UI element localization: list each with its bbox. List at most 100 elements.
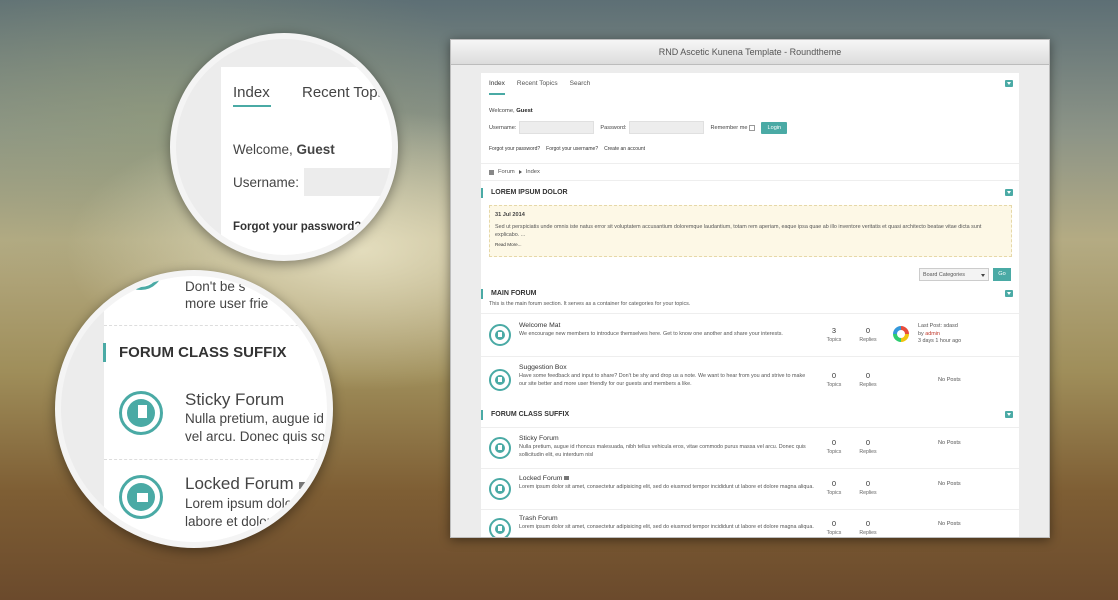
topics-stat: 0 Topics — [819, 479, 849, 496]
board-categories-select[interactable]: Board Categories — [919, 268, 989, 281]
zoom-login-magnifier: Index Recent Topi Welcome, Guest Usernam… — [170, 33, 398, 261]
breadcrumb: Forum Index — [481, 163, 1019, 181]
lock-icon — [564, 476, 570, 480]
zoom-welcome-prefix: Welcome, — [233, 142, 293, 157]
top-nav: Index Recent Topics Search — [481, 73, 1019, 95]
last-post-user[interactable]: admin — [925, 331, 940, 337]
home-icon[interactable] — [489, 169, 494, 175]
lock-icon — [489, 478, 511, 500]
announcement-date: 31 Jul 2014 — [495, 212, 525, 218]
login-button[interactable]: Login — [761, 121, 788, 134]
zoom-username-input[interactable] — [304, 168, 392, 196]
last-post: Last Post: sdasd by admin 3 days 1 hour … — [918, 323, 961, 346]
zoom-tab-index[interactable]: Index — [233, 84, 270, 101]
topics-label: Topics — [826, 382, 842, 388]
last-post-time: 3 days 1 hour ago — [918, 338, 962, 345]
replies-label: Replies — [859, 382, 877, 388]
replies-stat: 0 Replies — [853, 438, 883, 455]
zoom-sticky-title[interactable]: Sticky Forum — [185, 390, 284, 410]
password-input[interactable] — [629, 121, 705, 134]
password-label: Password: — [600, 124, 627, 131]
forum-row: Locked Forum Lorem ipsum dolor sit amet,… — [481, 468, 1019, 508]
zoom-tab-recent[interactable]: Recent Topi — [302, 84, 381, 101]
zoom-sticky-line-1: Nulla pretium, augue id — [185, 411, 324, 426]
forum-title-trash[interactable]: Trash Forum — [519, 515, 558, 522]
topics-stat: 0 Topics — [819, 371, 849, 388]
zoom-sticky-line-2: vel arcu. Donec quis so — [185, 429, 326, 444]
remember-label: Remember me — [710, 124, 748, 131]
last-post-title[interactable]: Last Post: sdasd — [918, 323, 961, 331]
topics-label: Topics — [826, 490, 842, 496]
forum-desc: We encourage new members to introduce th… — [519, 331, 783, 337]
browser-window: RND Ascetic Kunena Template - Roundtheme… — [450, 39, 1050, 538]
topics-stat: 0 Topics — [819, 519, 849, 536]
topics-count: 0 — [831, 371, 837, 380]
collapse-class-suffix-icon[interactable] — [1005, 411, 1013, 418]
zoom-username-label: Username: — [233, 175, 300, 190]
replies-count: 0 — [865, 326, 871, 335]
zoom-forum-magnifier: Don't be s more user frie FORUM CLASS SU… — [55, 270, 333, 548]
zoom-forgot-link[interactable]: Forgot your password? — [233, 221, 361, 233]
board-select-value: Board Categories — [923, 272, 965, 278]
create-account-link[interactable]: Create an account — [604, 146, 645, 152]
forgot-username-link[interactable]: Forgot your username? — [546, 146, 598, 152]
forum-desc: Lorem ipsum dolor sit amet, consectetur … — [519, 484, 814, 490]
replies-stat: 0 Replies — [853, 326, 883, 343]
breadcrumb-forum[interactable]: Forum — [498, 169, 515, 175]
forum-title-suggestion-box[interactable]: Suggestion Box — [519, 364, 567, 371]
topics-label: Topics — [826, 530, 842, 536]
username-input[interactable] — [519, 121, 595, 134]
go-button[interactable]: Go — [993, 268, 1011, 281]
replies-label: Replies — [859, 490, 877, 496]
zoom-locked-line-1: Lorem ipsum dolo — [185, 496, 293, 511]
collapse-main-forum-icon[interactable] — [1005, 290, 1013, 297]
announcement-box: 31 Jul 2014 Sed ut perspiciatis unde omn… — [489, 205, 1012, 257]
no-posts-text: No Posts — [938, 521, 961, 527]
window-title: RND Ascetic Kunena Template - Roundtheme — [451, 40, 1049, 65]
replies-count: 0 — [865, 371, 871, 380]
lock-icon — [298, 482, 307, 489]
welcome-prefix: Welcome, — [489, 108, 515, 114]
topics-count: 0 — [831, 519, 837, 528]
forum-page-icon — [489, 369, 511, 391]
topics-count: 0 — [831, 438, 837, 447]
zoom-section-heading[interactable]: FORUM CLASS SUFFIX — [119, 344, 287, 361]
forum-row: Suggestion Box Have some feedback and in… — [481, 356, 1019, 402]
remember-checkbox[interactable] — [749, 124, 756, 131]
forum-title-welcome-mat[interactable]: Welcome Mat — [519, 322, 560, 329]
avatar[interactable] — [893, 326, 909, 342]
login-form: Username: Password: Remember me Login — [489, 121, 788, 134]
replies-count: 0 — [865, 479, 871, 488]
forum-title-sticky[interactable]: Sticky Forum — [519, 435, 559, 442]
tab-recent-topics[interactable]: Recent Topics — [517, 80, 558, 95]
replies-stat: 0 Replies — [853, 519, 883, 536]
zoom-top-line-1: Don't be s — [185, 279, 246, 294]
forum-title-locked[interactable]: Locked Forum — [519, 475, 570, 482]
forum-row: Welcome Mat We encourage new members to … — [481, 313, 1019, 355]
no-posts-text: No Posts — [938, 377, 961, 383]
collapse-announcement-icon[interactable] — [1005, 189, 1013, 196]
class-suffix-heading[interactable]: FORUM CLASS SUFFIX — [481, 410, 1019, 420]
main-forum-heading[interactable]: MAIN FORUM — [481, 289, 1019, 299]
replies-stat: 0 Replies — [853, 371, 883, 388]
announcement-body: Sed ut perspiciatis unde omnis iste natu… — [495, 224, 982, 239]
zoom-locked-title[interactable]: Locked Forum — [185, 474, 307, 494]
breadcrumb-arrow-icon — [518, 170, 522, 174]
zoom-heading-bar — [103, 343, 106, 362]
forum-page-icon — [489, 324, 511, 346]
forum-desc: Nulla pretium, augue id rhoncus malesuad… — [519, 444, 806, 458]
no-posts-text: No Posts — [938, 440, 961, 446]
tab-search[interactable]: Search — [570, 80, 591, 95]
read-more-link[interactable]: Read More... — [495, 242, 1006, 247]
locked-title-text: Locked Forum — [519, 475, 563, 482]
account-links: Forgot your password? Forgot your userna… — [489, 146, 645, 152]
forum-desc: Have some feedback and input to share? D… — [519, 373, 806, 387]
replies-label: Replies — [859, 449, 877, 455]
replies-label: Replies — [859, 530, 877, 536]
topics-label: Topics — [826, 449, 842, 455]
forgot-password-link[interactable]: Forgot your password? — [489, 146, 540, 152]
username-label: Username: — [489, 124, 517, 131]
collapse-login-icon[interactable] — [1005, 80, 1013, 87]
zoom-top-line-2: more user frie — [185, 296, 269, 311]
tab-index[interactable]: Index — [489, 80, 505, 95]
